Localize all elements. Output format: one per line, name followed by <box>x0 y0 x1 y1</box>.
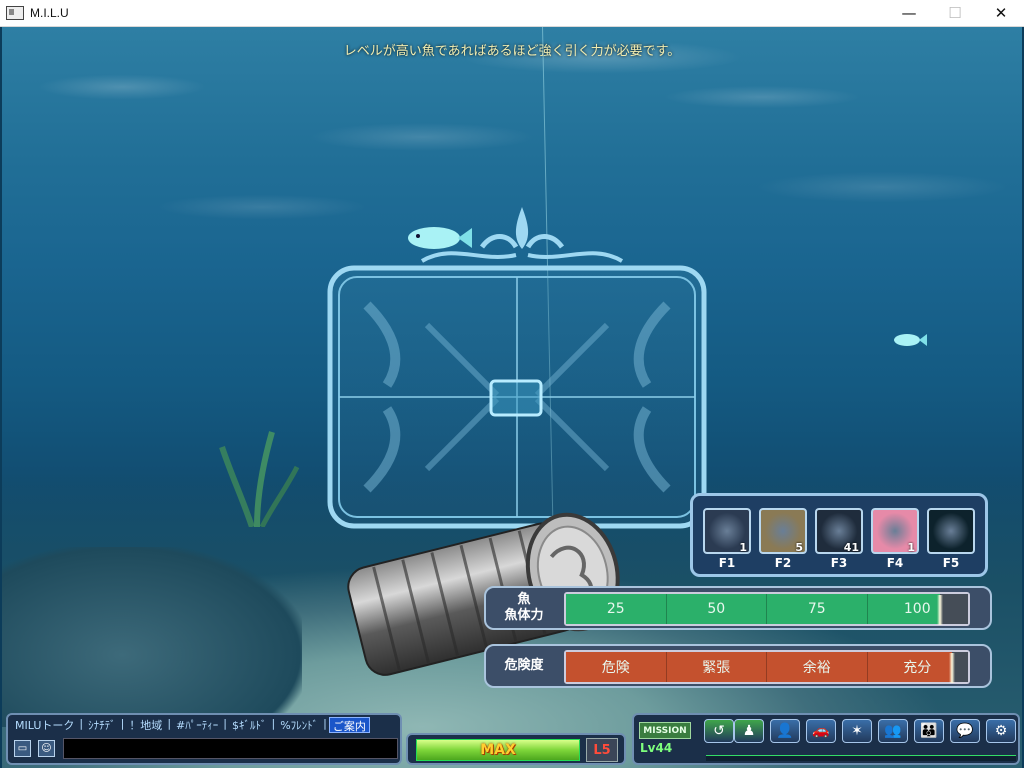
fish_stamina-tick-label: 25 <box>566 594 667 624</box>
skill-slot-f2[interactable]: 5 <box>759 508 807 554</box>
tab-separator: | <box>167 717 172 730</box>
walk-button[interactable]: ♟ <box>734 719 764 743</box>
skill-hotbar: 1 F1 5 F2 41 F3 1 F4 F5 <box>690 493 988 577</box>
chat-input[interactable] <box>63 738 398 759</box>
empty-slot <box>929 510 973 552</box>
fish-near <box>408 227 472 249</box>
chat-window-icon[interactable]: ▭ <box>14 740 31 757</box>
chat-panel: MILUトーク | ｼﾅﾁﾃﾞ | ！地域 | #ﾊﾟｰﾃｨｰ | $ｷﾞﾙﾄﾞ | %ﾌﾚﾝﾄﾞ |… <box>6 713 402 765</box>
skill-key-label: F5 <box>942 556 960 570</box>
settings-gear-button[interactable]: ⚙ <box>986 719 1016 743</box>
return-button[interactable]: ↺ <box>704 719 734 743</box>
danger-gauge: 危険 緊張 余裕 充分 <box>564 650 970 684</box>
danger-tick-label: 余裕 <box>767 652 868 682</box>
experience-bar <box>706 755 1016 761</box>
skill-key-label: F4 <box>886 556 904 570</box>
emoticon-icon[interactable]: ☺ <box>38 740 55 757</box>
chat-tab[interactable]: MILUトーク <box>12 717 77 733</box>
seaweed <box>219 431 300 527</box>
chat-bubble-button[interactable]: 💬 <box>950 719 980 743</box>
fish_stamina-remaining <box>939 594 968 624</box>
maximize-button[interactable]: ☐ <box>932 0 978 26</box>
hint-message: レベルが高い魚であればあるほど強く引く力が必要です。 <box>343 44 681 59</box>
player-level: Lv44 <box>640 741 673 755</box>
mission-button[interactable]: MISSION <box>639 722 691 739</box>
game-viewport[interactable]: レベルが高い魚であればあるほど強く引く力が必要です。 1 F1 5 F2 41 … <box>2 27 1022 768</box>
skill-key-label: F1 <box>718 556 736 570</box>
danger-label-text: 危険度 <box>504 658 544 673</box>
fish_stamina-tick-label: 75 <box>767 594 868 624</box>
danger-label: 危険度 <box>486 646 562 686</box>
settings-gear-icon: ⚙ <box>994 723 1008 739</box>
chat-tab[interactable]: ｼﾅﾁﾃﾞ <box>85 717 119 733</box>
fish-stamina-panel: 魚 魚体力 25 50 75 100 <box>484 586 992 630</box>
walk-icon: ♟ <box>742 723 756 739</box>
skill-key-label: F3 <box>830 556 848 570</box>
fish_stamina-level-marker <box>936 595 943 625</box>
skill-icon: ✶ <box>851 723 863 739</box>
chat-tab[interactable]: ご案内 <box>328 717 370 733</box>
chat-tab[interactable]: $ｷﾞﾙﾄﾞ <box>229 717 270 733</box>
power-panel: MAX L5 <box>406 733 626 765</box>
fish-label-line2: 魚体力 <box>504 608 544 623</box>
skill-key-label: F2 <box>774 556 792 570</box>
party-add-button[interactable]: 👥 <box>878 719 908 743</box>
friends-icon: 👪 <box>920 723 938 739</box>
fish-stamina-label: 魚 魚体力 <box>486 588 562 628</box>
danger-panel: 危険度 危険 緊張 余裕 充分 <box>484 644 992 688</box>
skill-count: 1 <box>739 541 747 554</box>
fish_stamina-tick-label: 50 <box>666 594 767 624</box>
character-button[interactable]: 👤 <box>770 719 800 743</box>
skill-slot-f5[interactable] <box>927 508 975 554</box>
chat-bubble-icon: 💬 <box>956 723 974 739</box>
main-menu-panel: MISSION Lv44 ↺ ♟ 👤 🚗 ✶ 👥 👪 💬 ⚙ <box>632 713 1020 765</box>
danger-level-marker <box>948 653 955 683</box>
vehicle-button[interactable]: 🚗 <box>806 719 836 743</box>
friends-button[interactable]: 👪 <box>914 719 944 743</box>
fish-stamina-gauge: 25 50 75 100 <box>564 592 970 626</box>
chat-tab[interactable]: ！地域 <box>126 717 165 733</box>
skill-slot-f4[interactable]: 1 <box>871 508 919 554</box>
vehicle-icon: 🚗 <box>812 723 830 739</box>
rock <box>2 547 302 727</box>
close-button[interactable]: ✕ <box>978 0 1024 26</box>
skill-button[interactable]: ✶ <box>842 719 872 743</box>
tab-separator: | <box>120 717 125 730</box>
return-icon: ↺ <box>713 723 725 739</box>
app-icon <box>6 6 24 20</box>
skill-count: 5 <box>795 541 803 554</box>
danger-tick-label: 緊張 <box>666 652 767 682</box>
chat-tab[interactable]: #ﾊﾟｰﾃｨｰ <box>173 717 221 733</box>
power-level-badge: L5 <box>586 738 618 762</box>
skill-count: 1 <box>907 541 915 554</box>
tab-separator: | <box>323 717 327 730</box>
party-add-icon: 👥 <box>884 723 902 739</box>
skill-slot-f1[interactable]: 1 <box>703 508 751 554</box>
window-titlebar: M.I.L.U — ☐ ✕ <box>0 0 1024 27</box>
tab-separator: | <box>79 717 84 730</box>
skill-slot-f3[interactable]: 41 <box>815 508 863 554</box>
chat-tabs: MILUトーク | ｼﾅﾁﾃﾞ | ！地域 | #ﾊﾟｰﾃｨｰ | $ｷﾞﾙﾄﾞ | %ﾌﾚﾝﾄﾞ |… <box>12 717 370 733</box>
danger-tick-label: 危険 <box>566 652 667 682</box>
chat-tab[interactable]: %ﾌﾚﾝﾄﾞ <box>277 717 321 733</box>
minimize-button[interactable]: — <box>886 0 932 26</box>
skill-count: 41 <box>843 541 859 554</box>
fish-far <box>894 334 927 346</box>
window-title: M.I.L.U <box>30 6 69 20</box>
character-icon: 👤 <box>776 723 794 739</box>
tab-separator: | <box>271 717 276 730</box>
power-gauge: MAX <box>416 739 580 761</box>
fish-label-line1: 魚 <box>517 592 531 607</box>
tab-separator: | <box>223 717 227 730</box>
